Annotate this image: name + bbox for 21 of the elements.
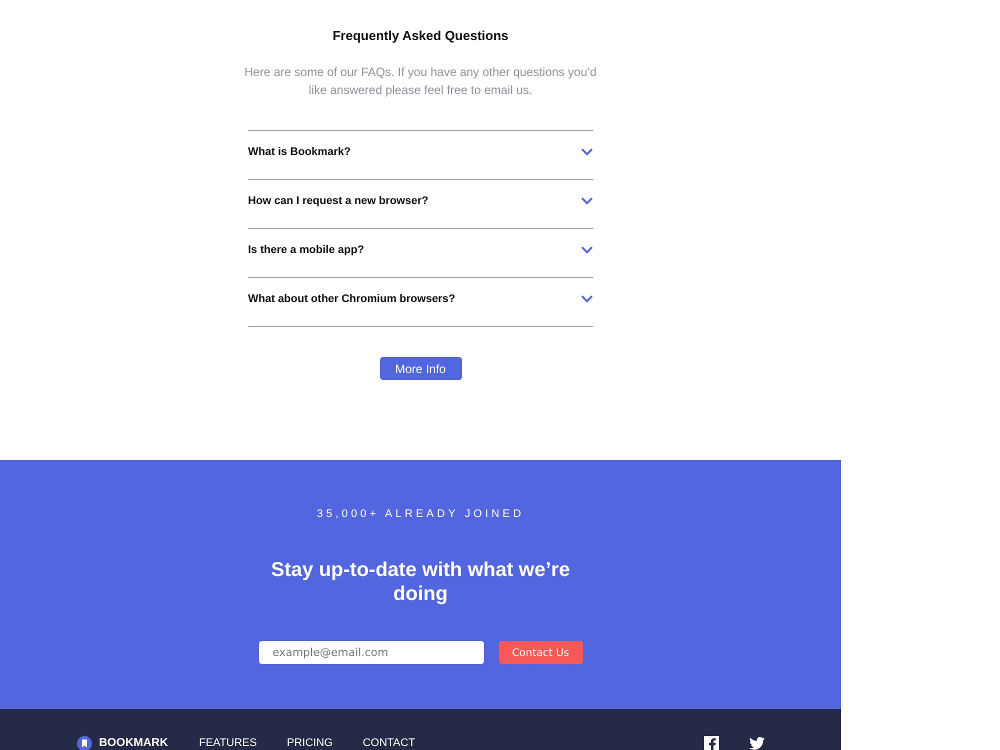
logo-text: BOOKMARK	[99, 736, 168, 750]
nav-link[interactable]: FEATURES	[199, 736, 257, 750]
chevron-icon	[581, 197, 593, 205]
more-info-button[interactable]: More Info	[380, 357, 462, 380]
nav-link[interactable]: CONTACT	[362, 736, 416, 750]
email-field[interactable]: example@email.com	[258, 641, 484, 664]
faq-question[interactable]: Is there a mobile app?	[248, 228, 593, 277]
faq-question[interactable]: What is Bookmark?	[248, 130, 593, 179]
faq-title: Frequently Asked Questions	[332, 28, 508, 44]
chevron-icon	[581, 295, 593, 303]
nav-link[interactable]: PRICING	[286, 736, 333, 750]
twitter-bird-icon[interactable]	[749, 737, 765, 750]
chevron-icon	[581, 246, 593, 254]
faq-question[interactable]: What about other Chromium browsers?	[248, 277, 593, 326]
signup-heading: Stay up-to-date with what we’re doing	[270, 558, 571, 606]
chevron-icon	[581, 148, 593, 156]
joined-count: 35,000+ ALREADY JOINED	[316, 507, 524, 521]
faq-question[interactable]: How can I request a new browser?	[248, 179, 593, 228]
bookmark-logo-icon	[77, 736, 92, 750]
facebook-icon[interactable]	[704, 736, 719, 750]
faq-intro: Here are some of our FAQs. If you have any other questions you’d like answered please feel free to email us.	[243, 64, 598, 99]
